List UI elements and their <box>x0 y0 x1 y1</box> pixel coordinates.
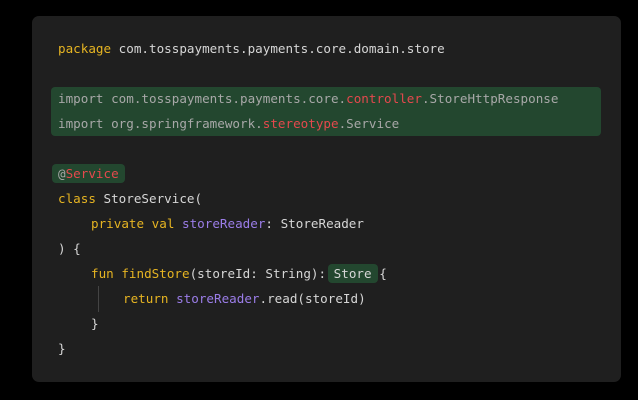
return-line: return storeReader.read(storeId) <box>123 289 366 309</box>
indent-guide <box>98 286 99 312</box>
annotation-at: @ <box>58 166 66 181</box>
package-name: com.tosspayments.payments.core.domain.st… <box>118 41 445 56</box>
function-close-line: } <box>91 314 99 334</box>
function-params: (storeId: String): <box>189 266 327 281</box>
class-name: StoreService( <box>103 191 203 206</box>
return-type-highlight: Store <box>327 264 378 283</box>
annotation-highlight: @Service <box>52 164 125 183</box>
import-suffix: .StoreHttpResponse <box>421 91 559 106</box>
annotation-name: Service <box>65 166 119 181</box>
import-line-1: import com.tosspayments.payments.core.co… <box>58 89 558 109</box>
param-type: : StoreReader <box>265 216 364 231</box>
function-open-brace: { <box>379 266 387 281</box>
import-keyword: import <box>58 116 104 131</box>
import-line-2: import org.springframework.stereotype.Se… <box>58 114 399 134</box>
import-prefix: org.springframework. <box>111 116 263 131</box>
import-prefix: com.tosspayments.payments.core. <box>111 91 347 106</box>
param-name: storeReader <box>182 216 266 231</box>
class-close: } <box>58 341 66 356</box>
class-close-line: } <box>58 339 66 359</box>
function-name: findStore <box>121 266 190 281</box>
return-type: Store <box>333 266 372 281</box>
import-keyword: import <box>58 91 104 106</box>
private-val-keyword: private val <box>91 216 175 231</box>
class-declaration-line: class StoreService( <box>58 189 202 209</box>
function-close: } <box>91 316 99 331</box>
annotation-line: @Service <box>52 164 125 184</box>
method-call: .read(storeId) <box>259 291 366 306</box>
package-keyword: package <box>58 41 112 56</box>
constructor-close-line: ) { <box>58 239 81 259</box>
import-unused-segment: controller <box>346 91 422 106</box>
constructor-param-line: private val storeReader: StoreReader <box>91 214 364 234</box>
constructor-close: ) { <box>58 241 81 256</box>
import-suffix: .Service <box>338 116 400 131</box>
import-unused-segment: stereotype <box>262 116 339 131</box>
receiver-name: storeReader <box>176 291 260 306</box>
class-keyword: class <box>58 191 96 206</box>
fun-keyword: fun <box>91 266 114 281</box>
package-line: package com.tosspayments.payments.core.d… <box>58 39 445 59</box>
function-declaration-line: fun findStore(storeId: String): Store { <box>91 264 387 284</box>
return-keyword: return <box>123 291 169 306</box>
